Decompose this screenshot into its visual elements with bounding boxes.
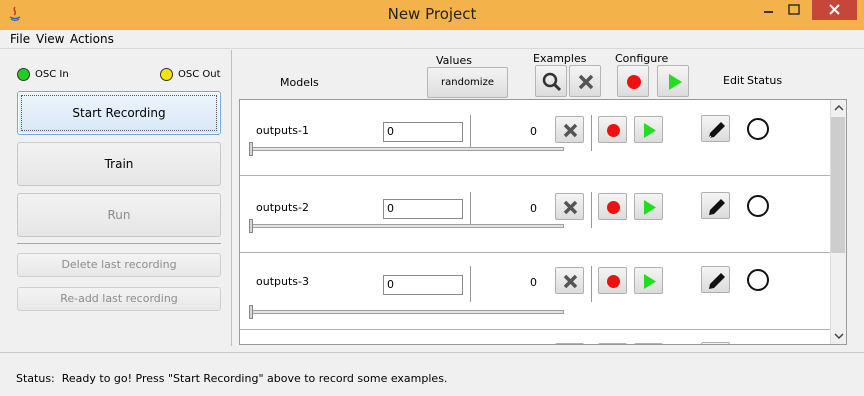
edit-button[interactable] bbox=[701, 342, 730, 344]
status-header: Status bbox=[747, 74, 783, 87]
scroll-thumb[interactable] bbox=[831, 117, 845, 253]
value-slider-thumb[interactable] bbox=[249, 305, 253, 319]
model-name: outputs-3 bbox=[256, 275, 309, 288]
play-icon bbox=[644, 200, 656, 215]
minimize-icon[interactable] bbox=[755, 0, 781, 20]
panel-divider bbox=[231, 50, 232, 346]
model-name: outputs-1 bbox=[256, 124, 309, 137]
randomize-label: randomize bbox=[441, 77, 494, 88]
record-button[interactable] bbox=[598, 343, 627, 344]
play-button[interactable] bbox=[634, 116, 663, 143]
osc-out-label: OSC Out bbox=[178, 69, 221, 80]
record-button[interactable] bbox=[598, 267, 627, 294]
record-button[interactable] bbox=[598, 116, 627, 143]
play-button[interactable] bbox=[634, 343, 663, 344]
value-slider-thumb[interactable] bbox=[249, 142, 253, 156]
delete-examples-button[interactable] bbox=[555, 193, 584, 220]
model-value-input[interactable]: 0 bbox=[383, 275, 463, 295]
play-button[interactable] bbox=[634, 193, 663, 220]
delete-examples-button[interactable] bbox=[555, 343, 584, 344]
example-count: 0 bbox=[530, 202, 537, 215]
search-icon bbox=[542, 72, 562, 92]
values-header: Values bbox=[436, 54, 472, 67]
play-icon bbox=[644, 274, 656, 289]
delete-all-examples-button[interactable] bbox=[569, 65, 601, 97]
title-bar[interactable]: New Project bbox=[0, 0, 864, 30]
row-separator bbox=[591, 266, 592, 302]
delete-examples-button[interactable] bbox=[555, 267, 584, 294]
examples-header: Examples bbox=[533, 52, 587, 65]
model-value-input[interactable]: 0 bbox=[383, 122, 463, 142]
randomize-button[interactable]: randomize bbox=[427, 67, 508, 98]
maximize-icon[interactable] bbox=[781, 0, 807, 20]
list-item: outputs-1 0 0 bbox=[240, 100, 830, 176]
row-separator bbox=[470, 266, 471, 302]
osc-in-indicator bbox=[17, 68, 30, 81]
delete-examples-button[interactable] bbox=[555, 116, 584, 143]
pencil-icon bbox=[709, 273, 725, 289]
row-separator bbox=[591, 115, 592, 151]
configure-header: Configure bbox=[615, 52, 669, 65]
pencil-icon bbox=[709, 199, 725, 215]
value-slider-track[interactable] bbox=[252, 310, 564, 314]
menu-file[interactable]: File bbox=[10, 32, 30, 46]
example-count: 0 bbox=[530, 276, 537, 289]
model-list[interactable]: outputs-1 0 0 outputs-2 0 0 outputs-3 0 … bbox=[239, 99, 847, 345]
record-icon bbox=[607, 124, 620, 137]
record-icon bbox=[607, 275, 620, 288]
edit-button[interactable] bbox=[701, 115, 730, 142]
osc-out-indicator bbox=[160, 68, 173, 81]
status-bar: Status: Ready to go! Press "Start Record… bbox=[0, 352, 864, 396]
delete-last-recording-button[interactable]: Delete last recording bbox=[17, 253, 221, 277]
status-circle-icon bbox=[747, 118, 769, 140]
status-text: Status: Ready to go! Press "Start Record… bbox=[16, 372, 448, 385]
play-icon bbox=[644, 123, 656, 138]
menu-view[interactable]: View bbox=[36, 32, 64, 46]
models-header: Models bbox=[280, 76, 319, 89]
left-divider bbox=[17, 243, 221, 244]
edit-button[interactable] bbox=[701, 192, 730, 219]
row-separator bbox=[470, 192, 471, 228]
x-icon bbox=[563, 123, 578, 138]
row-separator bbox=[591, 192, 592, 228]
list-item: outputs-2 0 0 bbox=[240, 177, 830, 253]
value-slider-thumb[interactable] bbox=[249, 219, 253, 233]
example-count: 0 bbox=[530, 125, 537, 138]
menu-bar: File View Actions bbox=[0, 30, 864, 48]
play-all-button[interactable] bbox=[657, 65, 689, 97]
play-icon bbox=[669, 74, 682, 90]
list-item-partial bbox=[240, 330, 830, 344]
search-examples-button[interactable] bbox=[535, 65, 567, 97]
model-name: outputs-2 bbox=[256, 201, 309, 214]
list-item: outputs-3 0 0 bbox=[240, 254, 830, 330]
window-title: New Project bbox=[387, 5, 477, 23]
record-icon bbox=[627, 75, 641, 89]
play-button[interactable] bbox=[634, 267, 663, 294]
status-circle-icon bbox=[747, 269, 769, 291]
train-button[interactable]: Train bbox=[17, 142, 221, 186]
close-icon[interactable] bbox=[812, 0, 857, 20]
edit-header: Edit bbox=[723, 74, 745, 87]
osc-in-label: OSC In bbox=[35, 69, 69, 80]
menu-actions[interactable]: Actions bbox=[70, 32, 114, 46]
status-circle-icon bbox=[747, 195, 769, 217]
x-icon bbox=[563, 274, 578, 289]
model-value-input[interactable]: 0 bbox=[383, 199, 463, 219]
menu-divider bbox=[0, 48, 864, 49]
edit-button[interactable] bbox=[701, 266, 730, 293]
row-separator bbox=[470, 115, 471, 151]
record-button[interactable] bbox=[598, 193, 627, 220]
readd-last-recording-button[interactable]: Re-add last recording bbox=[17, 287, 221, 311]
run-button[interactable]: Run bbox=[17, 193, 221, 237]
x-icon bbox=[578, 74, 594, 90]
value-slider-track[interactable] bbox=[252, 147, 564, 151]
pencil-icon bbox=[708, 122, 725, 139]
value-slider-track[interactable] bbox=[252, 224, 564, 228]
record-all-button[interactable] bbox=[617, 65, 649, 97]
x-icon bbox=[563, 200, 578, 215]
record-icon bbox=[607, 201, 620, 214]
start-recording-button[interactable]: Start Recording bbox=[17, 91, 221, 135]
